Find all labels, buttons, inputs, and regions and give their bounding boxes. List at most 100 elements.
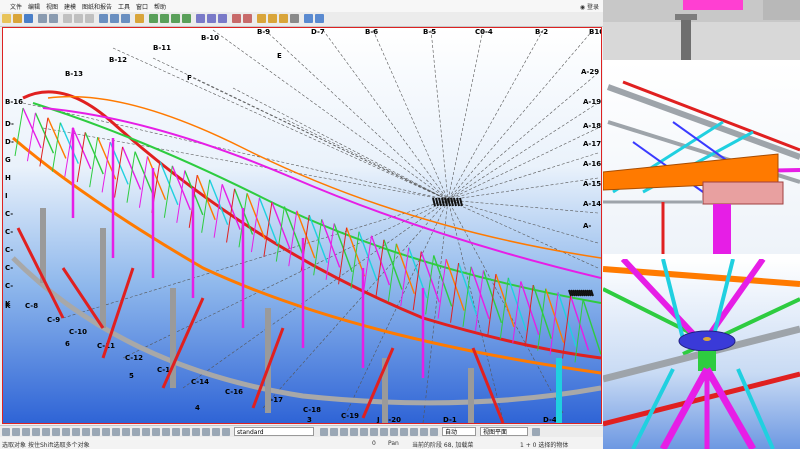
detail-view-bottom: [603, 259, 800, 449]
snap-override-icon[interactable]: [340, 428, 348, 436]
select-cast-unit-icon[interactable]: [102, 428, 110, 436]
snap-3d-icon[interactable]: [430, 428, 438, 436]
model-viewport-3d[interactable]: B-10 B-9 D-7 B-6 B-5 C0-4 B-2 B10 B-11 B-12 B-13 B-…: [2, 27, 602, 424]
snap-free-icon[interactable]: [370, 428, 378, 436]
grid-label-number: 5: [129, 372, 134, 380]
select-point-icon[interactable]: [62, 428, 70, 436]
detail-view-middle-drawing: [603, 80, 800, 254]
grid-line-radial: [447, 72, 599, 201]
steel-beam-icon[interactable]: [257, 14, 266, 23]
menu-model[interactable]: 建模: [64, 2, 76, 11]
snap-tangent-icon[interactable]: [400, 428, 408, 436]
select-all-icon[interactable]: [2, 428, 10, 436]
view-icon[interactable]: [196, 14, 205, 23]
select-grid-icon[interactable]: [52, 428, 60, 436]
select-view-icon[interactable]: [152, 428, 160, 436]
snap-geometry-icon[interactable]: [172, 428, 180, 436]
snap-mid-icon[interactable]: [171, 14, 180, 23]
zoom-icon[interactable]: [110, 14, 119, 23]
grid-label-edge: C-: [5, 228, 13, 236]
work-plane-icon[interactable]: [532, 428, 540, 436]
menu-edit[interactable]: 编辑: [28, 2, 40, 11]
snap-reference-icon[interactable]: [162, 428, 170, 436]
measure-icon[interactable]: [243, 14, 252, 23]
snap-end-point-icon[interactable]: [182, 428, 190, 436]
snap-midpoint-icon[interactable]: [202, 428, 210, 436]
select-icon[interactable]: [99, 14, 108, 23]
steel-plate-icon[interactable]: [279, 14, 288, 23]
steel-column-icon[interactable]: [268, 14, 277, 23]
menu-view[interactable]: 视图: [46, 2, 58, 11]
grid-label-number: 3: [307, 416, 312, 423]
snap-grid-point-icon[interactable]: [390, 428, 398, 436]
snap-icon[interactable]: [149, 14, 158, 23]
snap-grid-icon[interactable]: [182, 14, 191, 23]
select-weld-icon[interactable]: [32, 428, 40, 436]
properties-icon[interactable]: [135, 14, 144, 23]
view-plane-icon[interactable]: [218, 14, 227, 23]
layer-icon[interactable]: [330, 428, 338, 436]
cut-icon[interactable]: [63, 14, 72, 23]
redo-icon[interactable]: [49, 14, 58, 23]
pan-icon[interactable]: [121, 14, 130, 23]
grid-label-right: A-14: [583, 200, 601, 208]
work-plane-select[interactable]: 视图平面: [480, 427, 528, 436]
select-surface-icon[interactable]: [22, 428, 30, 436]
select-connection-icon[interactable]: [122, 428, 130, 436]
truss-web-member: [121, 146, 142, 190]
filter-icon[interactable]: [320, 428, 328, 436]
snap-line-icon[interactable]: [360, 428, 368, 436]
roof-arc-green: [32, 102, 601, 304]
select-bolt-icon[interactable]: [42, 428, 50, 436]
snap-perpendicular-icon[interactable]: [222, 428, 230, 436]
snap-mode-select[interactable]: 自动: [442, 427, 476, 436]
concrete-icon[interactable]: [290, 14, 299, 23]
snap-quadrant-icon[interactable]: [410, 428, 418, 436]
grid-line-radial: [282, 117, 449, 201]
menu-file[interactable]: 文件: [10, 2, 22, 11]
menu-help[interactable]: 帮助: [154, 2, 166, 11]
select-seam-icon[interactable]: [142, 428, 150, 436]
grid-line-radial: [447, 152, 599, 201]
snap-end-icon[interactable]: [160, 14, 169, 23]
copy-icon[interactable]: [74, 14, 83, 23]
paste-icon[interactable]: [85, 14, 94, 23]
snap-nearest-icon[interactable]: [350, 428, 358, 436]
select-part-icon[interactable]: [12, 428, 20, 436]
grid-label-top: D-7: [311, 28, 325, 36]
weld-icon[interactable]: [315, 14, 324, 23]
view-filter-select[interactable]: standard: [234, 427, 314, 436]
select-detail-icon[interactable]: [132, 428, 140, 436]
snap-intersection-icon[interactable]: [212, 428, 220, 436]
grid-label-bottom: C-12: [125, 354, 143, 362]
snap-extension-icon[interactable]: [380, 428, 388, 436]
select-assembly-icon[interactable]: [92, 428, 100, 436]
truss-web-member: [159, 160, 179, 206]
menu-window[interactable]: 窗口: [136, 2, 148, 11]
select-reinforcement-icon[interactable]: [112, 428, 120, 436]
bolt-icon[interactable]: [304, 14, 313, 23]
open-icon[interactable]: [13, 14, 22, 23]
truss-web-member: [445, 258, 465, 311]
grid-label-bottom: D-4: [543, 416, 557, 423]
grid-label-top: B-9: [257, 28, 270, 36]
select-plane-icon[interactable]: [72, 428, 80, 436]
grid-label-left: B-11: [153, 44, 171, 52]
truss-web-member: [383, 239, 403, 290]
clash-icon[interactable]: [232, 14, 241, 23]
login-button[interactable]: ◉ 登录: [580, 2, 599, 11]
new-icon[interactable]: [2, 14, 11, 23]
grid-label-edge: C-: [5, 246, 13, 254]
grid-focal-cluster: [459, 197, 463, 207]
undo-icon[interactable]: [38, 14, 47, 23]
menu-drawings-reports[interactable]: 图纸和报告: [82, 2, 112, 11]
snap-any-icon[interactable]: [420, 428, 428, 436]
snap-center-icon[interactable]: [192, 428, 200, 436]
save-icon[interactable]: [24, 14, 33, 23]
truss-diagonal: [325, 223, 335, 280]
select-component-icon[interactable]: [82, 428, 90, 436]
menu-tools[interactable]: 工具: [118, 2, 130, 11]
login-label: 登录: [586, 4, 599, 11]
diagonal-brace: [61, 267, 105, 329]
view-3d-icon[interactable]: [207, 14, 216, 23]
